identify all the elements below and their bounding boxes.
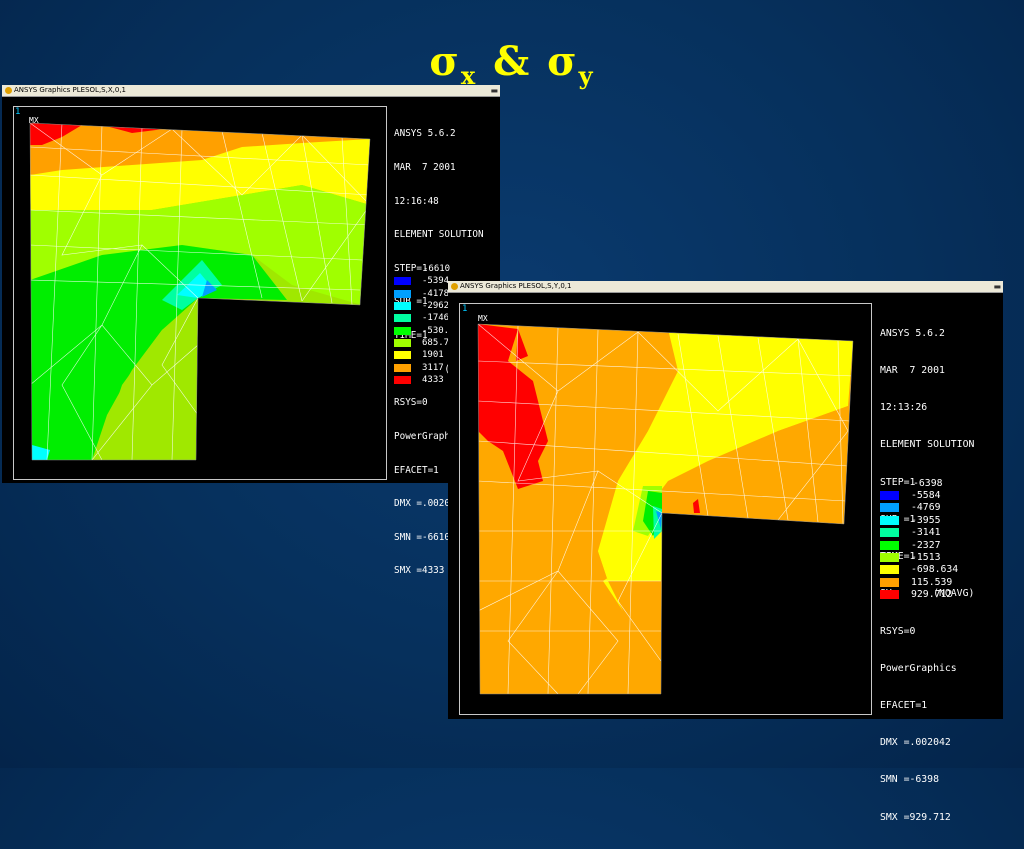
info-line: ELEMENT SOLUTION: [880, 439, 975, 451]
legend-swatch: [880, 491, 899, 501]
info-line: SMN =-6398: [880, 774, 939, 786]
legend-swatch: [394, 338, 411, 347]
legend-row: -5584: [880, 489, 958, 501]
legend-swatch: [880, 553, 899, 563]
legend-swatch: [880, 540, 899, 550]
legend-row: 3117: [394, 361, 455, 373]
legend-row: -1513: [880, 551, 958, 563]
legend-row: 1901: [394, 349, 455, 361]
legend-swatch: [394, 314, 411, 323]
legend-row: -2962: [394, 300, 455, 312]
info-line: EFACET=1: [880, 700, 928, 711]
legend-swatch: [880, 565, 899, 575]
legend-row: -3955: [880, 514, 958, 526]
info-line: SMX =929.712: [880, 811, 951, 823]
info-line: PowerGraphics: [880, 662, 957, 674]
color-legend: -6398 -5584 -4769 -3955 -3141 -2327 -151…: [880, 477, 958, 601]
legend-row: -5394: [394, 275, 455, 287]
legend-row: 685.7: [394, 337, 455, 349]
legend-swatch: [394, 351, 411, 360]
legend-row: -4178: [394, 288, 455, 300]
legend-row: -1746: [394, 312, 455, 324]
legend-min: -6610: [423, 264, 451, 275]
legend-row: 115.539: [880, 576, 958, 588]
info-line: 12:13:26: [880, 402, 928, 414]
slide-title: σx & σy: [0, 38, 1024, 90]
sigma-x: σx: [429, 38, 478, 90]
info-line: 12:16:48: [394, 195, 439, 207]
info-line: MAR 7 2001: [880, 365, 945, 377]
ansys-window-sx[interactable]: ANSYS Graphics PLESOL,S,X,0,1 ▬ 1 MX ANS…: [2, 85, 500, 576]
info-line: ELEMENT SOLUTION: [394, 229, 484, 241]
legend-row: -4769: [880, 502, 958, 514]
legend-swatch: [394, 302, 411, 311]
legend-row: 929.712: [880, 589, 958, 601]
legend-swatch: [880, 515, 899, 525]
legend-swatch: [394, 363, 411, 372]
legend-row: -698.634: [880, 564, 958, 576]
legend-swatch: [880, 528, 899, 538]
legend-row: -530.5: [394, 324, 455, 336]
legend-swatch: [394, 277, 411, 286]
legend-swatch: [394, 326, 411, 335]
legend-row: 4333: [394, 374, 455, 386]
legend-row: -3141: [880, 527, 958, 539]
info-line: ANSYS 5.6.2: [880, 327, 945, 339]
info-line: RSYS=0: [880, 625, 916, 637]
legend-row: -2327: [880, 539, 958, 551]
sigma-y: σy: [547, 38, 595, 90]
legend-min: -6398: [913, 477, 943, 489]
info-line: ANSYS 5.6.2: [394, 128, 456, 140]
legend-swatch: [394, 289, 411, 298]
legend-swatch: [394, 375, 411, 384]
info-line: DMX =.002042: [880, 737, 951, 749]
color-legend: -6610 -5394 -4178 -2962 -1746 -530.5 685…: [394, 263, 455, 386]
ansys-window-sy[interactable]: ANSYS Graphics PLESOL,S,Y,0,1 ▬ 1 MX ANS…: [448, 281, 1003, 823]
legend-swatch: [880, 590, 899, 600]
legend-swatch: [880, 577, 899, 587]
info-line: MAR 7 2001: [394, 162, 456, 174]
legend-swatch: [880, 503, 899, 513]
ampersand: &: [493, 38, 532, 85]
